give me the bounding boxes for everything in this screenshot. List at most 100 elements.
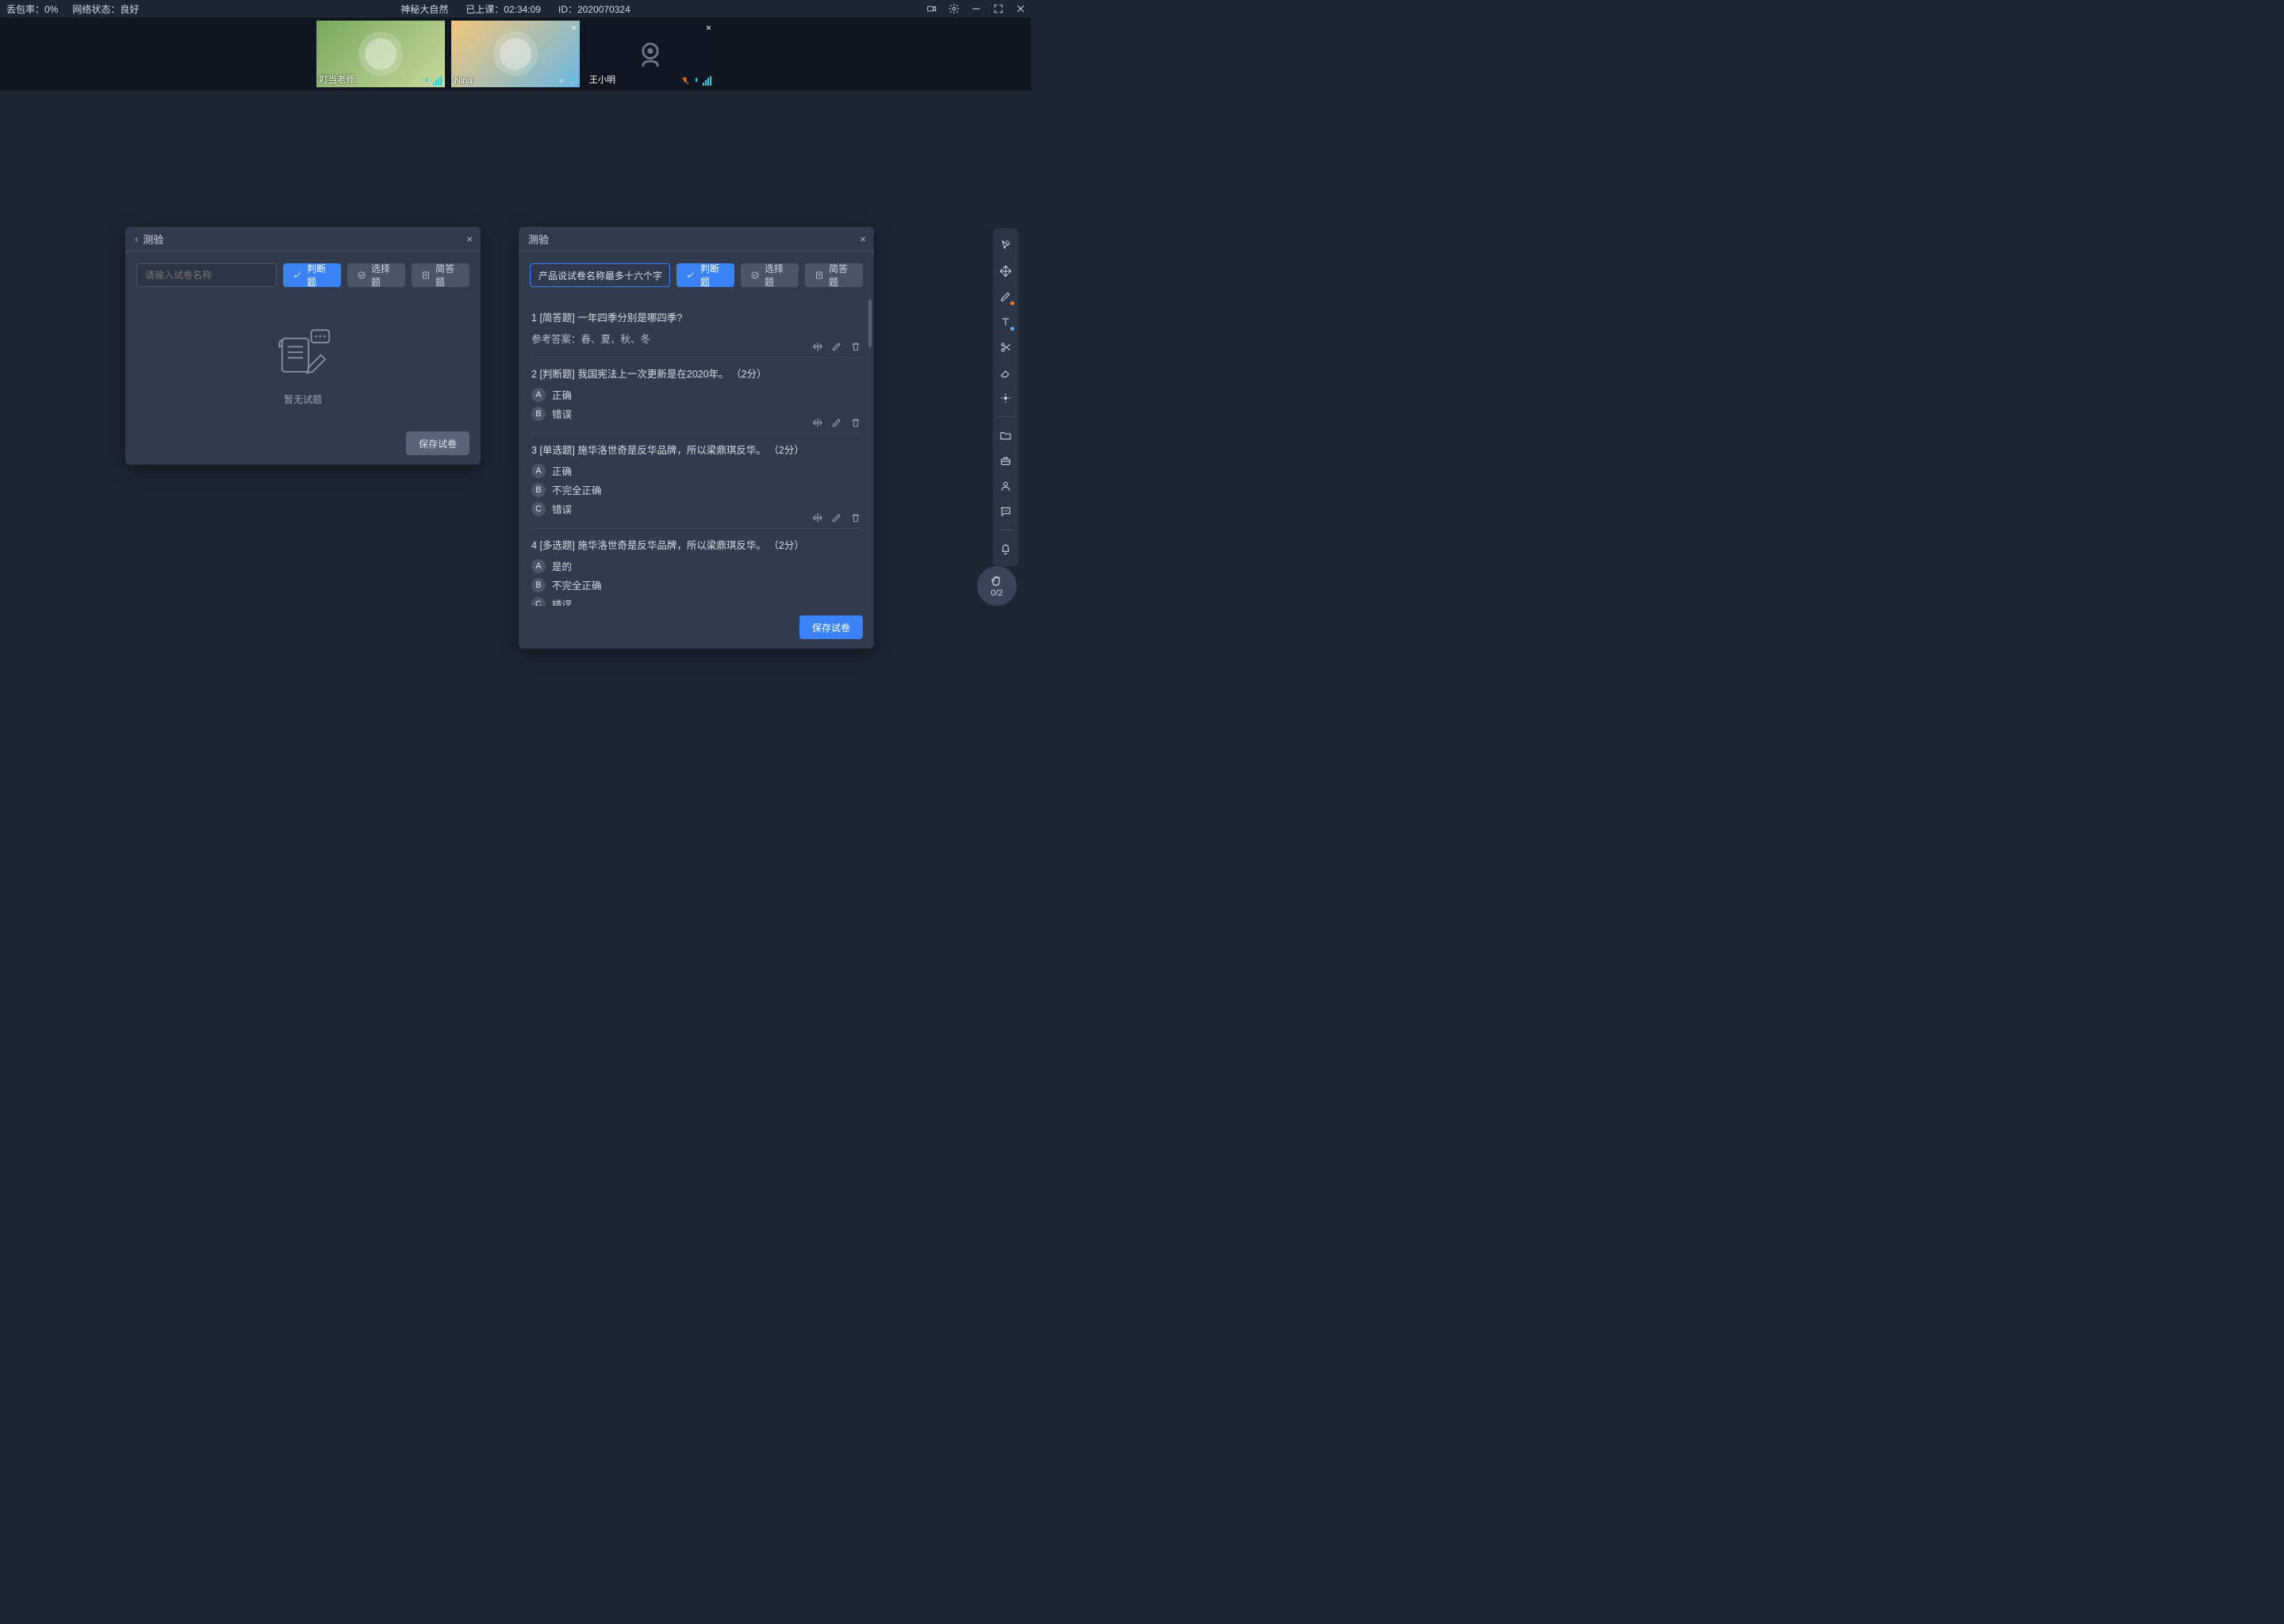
question-option[interactable]: A是的 (531, 558, 861, 573)
save-quiz-button[interactable]: 保存试卷 (406, 431, 469, 455)
option-badge: C (531, 502, 546, 516)
panel-footer: 保存试卷 (519, 606, 874, 649)
edit-icon[interactable] (831, 512, 842, 523)
btn-judge-question[interactable]: 判断题 (676, 263, 734, 287)
side-toolbar (993, 228, 1018, 566)
close-icon[interactable]: × (860, 233, 866, 245)
question-actions (812, 417, 861, 428)
question-item: 3 [单选题] 施华洛世奇是反华品牌，所以梁鼎琪反华。 （2分） A正确 B不完… (531, 434, 861, 529)
panel-header: ‹ 测验 × (125, 227, 481, 252)
back-icon[interactable]: ‹ (135, 233, 138, 245)
move-tool-icon[interactable] (994, 260, 1017, 282)
move-icon[interactable] (812, 341, 823, 352)
question-option[interactable]: C错误 (531, 596, 861, 606)
btn-short-answer-question[interactable]: 简答题 (805, 263, 863, 287)
volume-bars-icon (433, 76, 442, 86)
cursor-tool-icon[interactable] (994, 235, 1017, 257)
option-text: 正确 (552, 387, 572, 402)
question-option[interactable]: A正确 (531, 463, 861, 478)
btn-choice-question[interactable]: 选择题 (347, 263, 405, 287)
topbar-right (926, 3, 1026, 14)
camera-off-icon (633, 36, 668, 71)
minimize-icon[interactable] (971, 3, 982, 14)
laser-point-tool-icon[interactable] (994, 387, 1017, 409)
video-tile-teacher[interactable]: 叮当老师 (316, 21, 445, 87)
option-text: 正确 (552, 463, 572, 478)
hand-icon (990, 574, 1004, 588)
network-status: 网络状态：良好 (72, 2, 139, 16)
delete-icon[interactable] (850, 341, 861, 352)
delete-icon[interactable] (850, 512, 861, 523)
bell-tool-icon[interactable] (994, 538, 1017, 560)
empty-state-text: 暂无试题 (284, 393, 322, 406)
topbar-left: 丢包率：0% 网络状态：良好 (6, 2, 139, 16)
eraser-tool-icon[interactable] (994, 362, 1017, 384)
move-icon[interactable] (812, 417, 823, 428)
person-tool-icon[interactable] (994, 475, 1017, 497)
quiz-panel-empty: ‹ 测验 × 判断题 选择题 简答题 (125, 227, 481, 465)
option-text: 是的 (552, 558, 572, 573)
topbar: 丢包率：0% 网络状态：良好 神秘大自然 已上课：02:34:09 ID：202… (0, 0, 1031, 17)
pen-tool-icon[interactable] (994, 285, 1017, 308)
option-badge: A (531, 388, 546, 402)
quiz-name-input[interactable] (136, 263, 277, 287)
toolbox-tool-icon[interactable] (994, 450, 1017, 472)
raise-hand-badge[interactable]: 0/2 (977, 566, 1017, 606)
video-tile-indicators (557, 76, 577, 86)
panel-title: 测验 (528, 232, 549, 247)
btn-judge-question[interactable]: 判断题 (283, 263, 341, 287)
signal-icon (557, 76, 566, 86)
session-id: ID：2020070324 (558, 2, 630, 16)
edit-icon[interactable] (831, 341, 842, 352)
option-text: 错误 (552, 501, 572, 516)
chat-tool-icon[interactable] (994, 500, 1017, 523)
option-badge: B (531, 407, 546, 421)
delete-icon[interactable] (850, 417, 861, 428)
empty-state-icon (266, 326, 339, 381)
question-item: 4 [多选题] 施华洛世奇是反华品牌，所以梁鼎琪反华。 （2分） A是的 B不完… (531, 529, 861, 606)
btn-label: 保存试卷 (812, 621, 850, 634)
video-tile-label: 叮当老师 (320, 73, 354, 86)
mic-icon (423, 76, 431, 86)
video-tile-student-1[interactable]: × Nina (451, 21, 580, 87)
btn-label: 判断题 (307, 262, 331, 289)
option-text: 错误 (552, 596, 572, 606)
quiz-name-input[interactable] (530, 263, 670, 287)
mic-icon (569, 76, 577, 86)
question-title: 1 [简答题] 一年四季分别是哪四季? (531, 309, 861, 324)
panel-title: 测验 (143, 232, 163, 247)
video-tile-label: 王小明 (589, 73, 615, 86)
video-tile-close-icon[interactable]: × (571, 22, 577, 33)
question-item: 1 [简答题] 一年四季分别是哪四季? 参考答案：春、夏、秋、冬 (531, 301, 861, 358)
btn-choice-question[interactable]: 选择题 (741, 263, 799, 287)
text-tool-icon[interactable] (994, 311, 1017, 333)
quiz-panel-filled: 测验 × 判断题 选择题 简答题 1 [简答题] (519, 227, 874, 649)
option-badge: B (531, 578, 546, 592)
btn-short-answer-question[interactable]: 简答题 (412, 263, 469, 287)
panel-header: 测验 × (519, 227, 874, 252)
video-tile-indicators (680, 76, 711, 86)
close-icon[interactable]: × (466, 233, 473, 245)
scrollbar-thumb[interactable] (868, 300, 872, 347)
elapsed-time: 已上课：02:34:09 (466, 2, 541, 16)
topbar-center: 神秘大自然 已上课：02:34:09 ID：2020070324 (400, 2, 630, 16)
question-option[interactable]: A 正确 (531, 387, 861, 402)
btn-label: 选择题 (371, 262, 396, 289)
camera-toggle-icon[interactable] (926, 3, 937, 14)
edit-icon[interactable] (831, 417, 842, 428)
panel-body: 判断题 选择题 简答题 暂无试题 (125, 252, 481, 422)
save-quiz-button[interactable]: 保存试卷 (799, 615, 863, 639)
mic-muted-icon (680, 76, 690, 86)
video-tile-close-icon[interactable]: × (706, 22, 711, 33)
question-option[interactable]: B不完全正确 (531, 482, 861, 497)
fullscreen-icon[interactable] (993, 3, 1004, 14)
move-icon[interactable] (812, 512, 823, 523)
empty-state: 暂无试题 (125, 298, 481, 422)
scissors-tool-icon[interactable] (994, 336, 1017, 358)
folder-tool-icon[interactable] (994, 424, 1017, 446)
question-title: 4 [多选题] 施华洛世奇是反华品牌，所以梁鼎琪反华。 （2分） (531, 537, 861, 552)
close-window-icon[interactable] (1015, 3, 1026, 14)
question-option[interactable]: B不完全正确 (531, 577, 861, 592)
video-tile-student-2[interactable]: × 王小明 (586, 21, 715, 87)
settings-icon[interactable] (948, 3, 960, 14)
